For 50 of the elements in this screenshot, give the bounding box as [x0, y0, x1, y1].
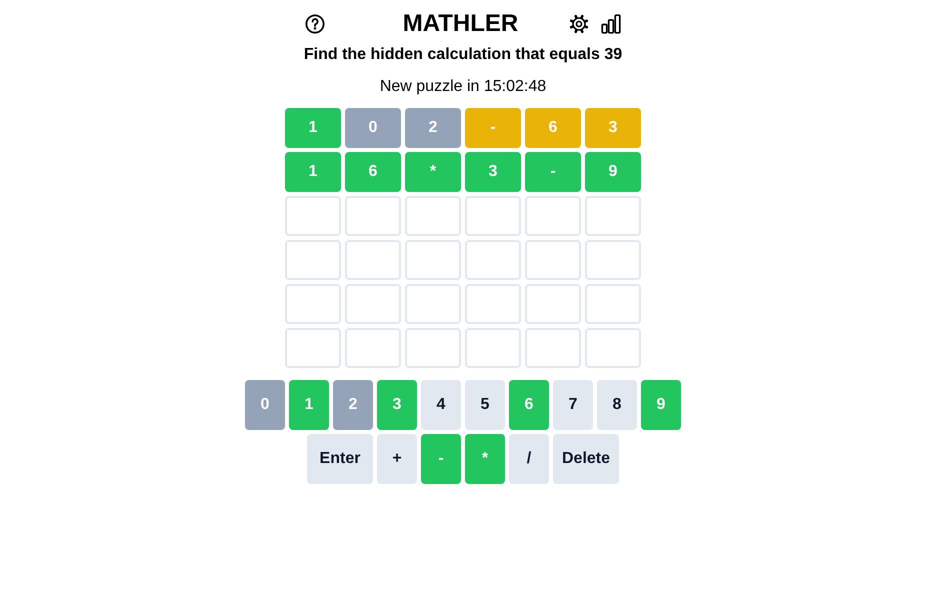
guess-tile: 1	[285, 152, 341, 192]
guess-tile: 1	[285, 108, 341, 148]
help-icon[interactable]	[305, 14, 325, 34]
key-button[interactable]: Delete	[553, 434, 619, 484]
key-button[interactable]: 5	[465, 380, 505, 430]
empty-tile	[525, 328, 581, 368]
key-button[interactable]: /	[509, 434, 549, 484]
empty-tile	[525, 240, 581, 280]
guess-tile: 3	[465, 152, 521, 192]
empty-tile	[585, 328, 641, 368]
guess-tile: 0	[345, 108, 401, 148]
guess-tile: 3	[585, 108, 641, 148]
empty-tile	[465, 240, 521, 280]
key-button[interactable]: 4	[421, 380, 461, 430]
guess-tile: 9	[585, 152, 641, 192]
empty-tile	[585, 240, 641, 280]
empty-tile	[345, 284, 401, 324]
empty-tile	[585, 284, 641, 324]
empty-tile	[465, 196, 521, 236]
empty-tile	[525, 284, 581, 324]
empty-tile	[525, 196, 581, 236]
empty-tile	[285, 328, 341, 368]
key-button[interactable]: 8	[597, 380, 637, 430]
empty-tile	[285, 240, 341, 280]
key-button[interactable]: 7	[553, 380, 593, 430]
countdown-text: New puzzle in 15:02:48	[380, 77, 546, 97]
empty-tile	[285, 284, 341, 324]
empty-tile	[405, 328, 461, 368]
empty-tile	[345, 240, 401, 280]
empty-tile	[345, 328, 401, 368]
empty-tile	[285, 196, 341, 236]
empty-tile	[465, 284, 521, 324]
empty-tile	[405, 284, 461, 324]
empty-tile	[465, 328, 521, 368]
key-button[interactable]: +	[377, 434, 417, 484]
key-button[interactable]: Enter	[307, 434, 373, 484]
guess-tile: 6	[525, 108, 581, 148]
empty-tile	[585, 196, 641, 236]
guess-tile: 2	[405, 108, 461, 148]
settings-icon[interactable]	[569, 14, 589, 34]
app-title: MATHLER	[402, 9, 518, 39]
guess-tile: *	[405, 152, 461, 192]
bar-chart-icon[interactable]	[601, 14, 621, 34]
puzzle-prompt: Find the hidden calculation that equals 39	[304, 45, 622, 65]
guess-tile: -	[525, 152, 581, 192]
empty-tile	[405, 240, 461, 280]
guess-tile: 6	[345, 152, 401, 192]
guess-tile: -	[465, 108, 521, 148]
empty-tile	[405, 196, 461, 236]
empty-tile	[345, 196, 401, 236]
